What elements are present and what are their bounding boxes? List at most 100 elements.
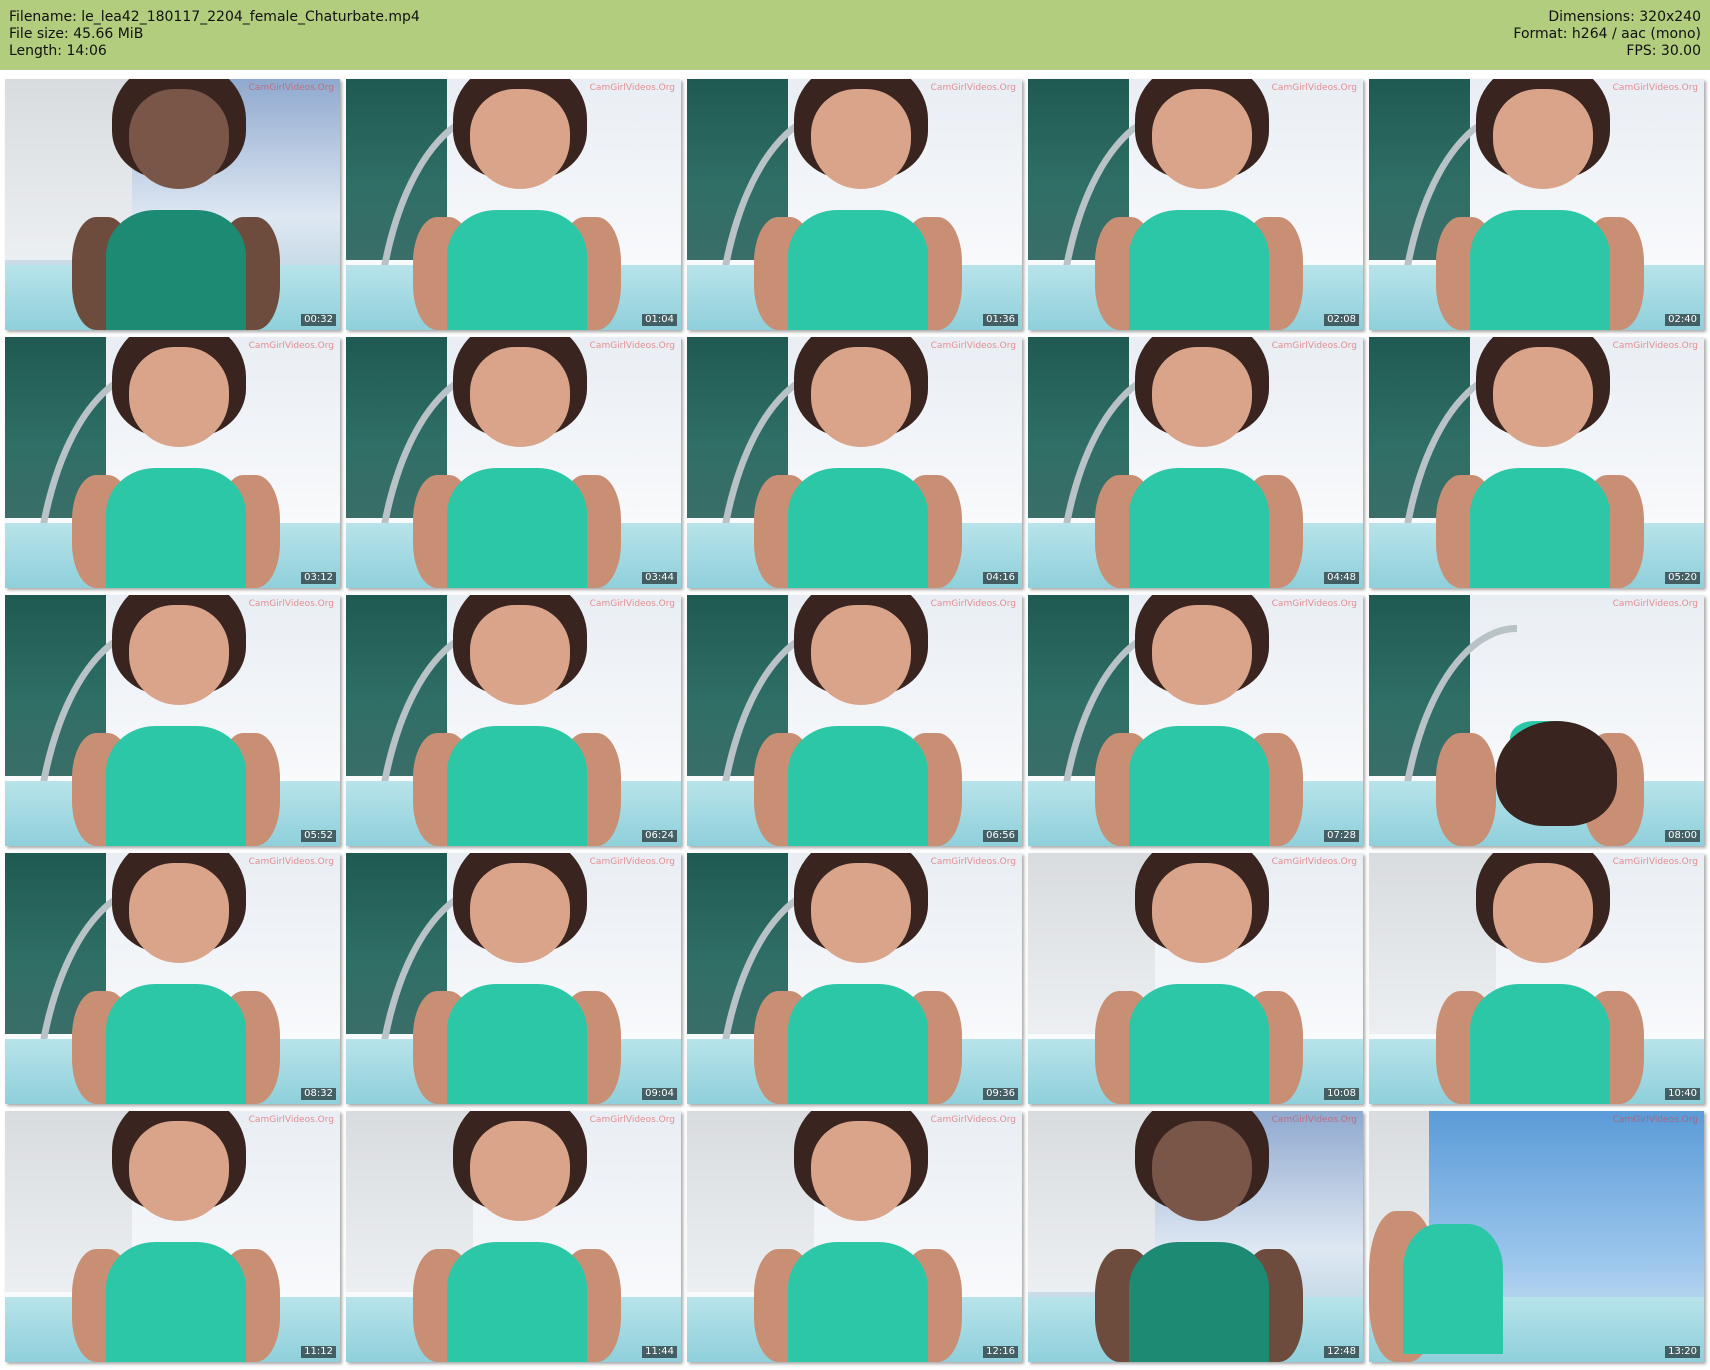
video-thumbnail[interactable]: CamGirlVideos.Org 03:12 bbox=[5, 337, 340, 588]
timestamp-label: 04:48 bbox=[1324, 572, 1359, 584]
info-header: Filename: le_lea42_180117_2204_female_Ch… bbox=[0, 0, 1710, 70]
video-thumbnail[interactable]: CamGirlVideos.Org 05:20 bbox=[1369, 337, 1704, 588]
timestamp-label: 11:44 bbox=[642, 1346, 677, 1358]
watermark-text: CamGirlVideos.Org bbox=[589, 83, 675, 93]
watermark-text: CamGirlVideos.Org bbox=[589, 1115, 675, 1125]
thumbnail-frame-image bbox=[346, 1111, 681, 1362]
thumbnail-frame-image bbox=[687, 595, 1022, 846]
thumbnail-frame-image bbox=[346, 337, 681, 588]
watermark-text: CamGirlVideos.Org bbox=[589, 857, 675, 867]
video-thumbnail[interactable]: CamGirlVideos.Org 11:44 bbox=[346, 1111, 681, 1362]
video-thumbnail[interactable]: CamGirlVideos.Org 01:36 bbox=[687, 79, 1022, 330]
video-thumbnail[interactable]: CamGirlVideos.Org 04:48 bbox=[1028, 337, 1363, 588]
video-thumbnail[interactable]: CamGirlVideos.Org 03:44 bbox=[346, 337, 681, 588]
timestamp-label: 09:36 bbox=[983, 1088, 1018, 1100]
timestamp-label: 11:12 bbox=[301, 1346, 336, 1358]
watermark-text: CamGirlVideos.Org bbox=[1612, 599, 1698, 609]
watermark-text: CamGirlVideos.Org bbox=[930, 857, 1016, 867]
thumbnail-frame-image bbox=[1028, 79, 1363, 330]
timestamp-label: 12:48 bbox=[1324, 1346, 1359, 1358]
thumbnail-frame-image bbox=[687, 337, 1022, 588]
filename-text: Filename: le_lea42_180117_2204_female_Ch… bbox=[9, 9, 420, 25]
timestamp-label: 06:56 bbox=[983, 830, 1018, 842]
video-thumbnail[interactable]: CamGirlVideos.Org 10:40 bbox=[1369, 853, 1704, 1104]
thumbnail-frame-image bbox=[346, 595, 681, 846]
timestamp-label: 04:16 bbox=[983, 572, 1018, 584]
thumbnail-frame-image bbox=[1369, 79, 1704, 330]
thumbnail-frame-image bbox=[1028, 853, 1363, 1104]
video-thumbnail[interactable]: CamGirlVideos.Org 08:32 bbox=[5, 853, 340, 1104]
video-thumbnail[interactable]: CamGirlVideos.Org 06:56 bbox=[687, 595, 1022, 846]
watermark-text: CamGirlVideos.Org bbox=[1612, 341, 1698, 351]
timestamp-label: 10:08 bbox=[1324, 1088, 1359, 1100]
thumbnail-frame-image bbox=[687, 853, 1022, 1104]
watermark-text: CamGirlVideos.Org bbox=[1271, 341, 1357, 351]
watermark-text: CamGirlVideos.Org bbox=[1612, 83, 1698, 93]
filesize-text: File size: 45.66 MiB bbox=[9, 26, 144, 42]
timestamp-label: 08:32 bbox=[301, 1088, 336, 1100]
fps-text: FPS: 30.00 bbox=[1626, 43, 1701, 59]
watermark-text: CamGirlVideos.Org bbox=[248, 599, 334, 609]
video-thumbnail[interactable]: CamGirlVideos.Org 00:32 bbox=[5, 79, 340, 330]
file-info: Filename: le_lea42_180117_2204_female_Ch… bbox=[9, 9, 420, 60]
dimensions-text: Dimensions: 320x240 bbox=[1548, 9, 1701, 25]
timestamp-label: 09:04 bbox=[642, 1088, 677, 1100]
timestamp-label: 08:00 bbox=[1665, 830, 1700, 842]
video-thumbnail[interactable]: CamGirlVideos.Org 13:20 bbox=[1369, 1111, 1704, 1362]
timestamp-label: 12:16 bbox=[983, 1346, 1018, 1358]
thumbnail-frame-image bbox=[5, 853, 340, 1104]
watermark-text: CamGirlVideos.Org bbox=[1271, 1115, 1357, 1125]
watermark-text: CamGirlVideos.Org bbox=[930, 1115, 1016, 1125]
thumbnail-frame-image bbox=[346, 79, 681, 330]
video-thumbnail[interactable]: CamGirlVideos.Org 04:16 bbox=[687, 337, 1022, 588]
video-thumbnail[interactable]: CamGirlVideos.Org 12:48 bbox=[1028, 1111, 1363, 1362]
watermark-text: CamGirlVideos.Org bbox=[1612, 857, 1698, 867]
timestamp-label: 02:40 bbox=[1665, 314, 1700, 326]
video-thumbnail[interactable]: CamGirlVideos.Org 11:12 bbox=[5, 1111, 340, 1362]
video-thumbnail[interactable]: CamGirlVideos.Org 02:08 bbox=[1028, 79, 1363, 330]
thumbnail-frame-image bbox=[1028, 595, 1363, 846]
thumbnail-grid: CamGirlVideos.Org 00:32 CamGirlVideos.Org 0… bbox=[5, 79, 1704, 1362]
video-thumbnail[interactable]: CamGirlVideos.Org 05:52 bbox=[5, 595, 340, 846]
timestamp-label: 03:44 bbox=[642, 572, 677, 584]
thumbnail-frame-image bbox=[1369, 1111, 1704, 1362]
thumbnail-frame-image bbox=[346, 853, 681, 1104]
timestamp-label: 06:24 bbox=[642, 830, 677, 842]
thumbnail-frame-image bbox=[1369, 595, 1704, 846]
length-text: Length: 14:06 bbox=[9, 43, 107, 59]
timestamp-label: 13:20 bbox=[1665, 1346, 1700, 1358]
watermark-text: CamGirlVideos.Org bbox=[930, 599, 1016, 609]
watermark-text: CamGirlVideos.Org bbox=[930, 341, 1016, 351]
video-thumbnail[interactable]: CamGirlVideos.Org 09:36 bbox=[687, 853, 1022, 1104]
timestamp-label: 01:04 bbox=[642, 314, 677, 326]
timestamp-label: 02:08 bbox=[1324, 314, 1359, 326]
watermark-text: CamGirlVideos.Org bbox=[930, 83, 1016, 93]
video-thumbnail[interactable]: CamGirlVideos.Org 12:16 bbox=[687, 1111, 1022, 1362]
video-thumbnail[interactable]: CamGirlVideos.Org 08:00 bbox=[1369, 595, 1704, 846]
watermark-text: CamGirlVideos.Org bbox=[248, 341, 334, 351]
video-thumbnail[interactable]: CamGirlVideos.Org 07:28 bbox=[1028, 595, 1363, 846]
thumbnail-frame-image bbox=[5, 595, 340, 846]
video-info: Dimensions: 320x240 Format: h264 / aac (… bbox=[1513, 9, 1701, 60]
watermark-text: CamGirlVideos.Org bbox=[589, 599, 675, 609]
thumbnail-frame-image bbox=[1028, 337, 1363, 588]
video-thumbnail[interactable]: CamGirlVideos.Org 06:24 bbox=[346, 595, 681, 846]
video-thumbnail[interactable]: CamGirlVideos.Org 10:08 bbox=[1028, 853, 1363, 1104]
timestamp-label: 10:40 bbox=[1665, 1088, 1700, 1100]
timestamp-label: 05:20 bbox=[1665, 572, 1700, 584]
thumbnail-frame-image bbox=[5, 337, 340, 588]
thumbnail-frame-image bbox=[1028, 1111, 1363, 1362]
watermark-text: CamGirlVideos.Org bbox=[1271, 857, 1357, 867]
watermark-text: CamGirlVideos.Org bbox=[248, 1115, 334, 1125]
video-thumbnail[interactable]: CamGirlVideos.Org 01:04 bbox=[346, 79, 681, 330]
thumbnail-frame-image bbox=[5, 1111, 340, 1362]
thumbnail-frame-image bbox=[1369, 337, 1704, 588]
video-thumbnail[interactable]: CamGirlVideos.Org 09:04 bbox=[346, 853, 681, 1104]
watermark-text: CamGirlVideos.Org bbox=[248, 83, 334, 93]
video-thumbnail[interactable]: CamGirlVideos.Org 02:40 bbox=[1369, 79, 1704, 330]
thumbnail-frame-image bbox=[687, 1111, 1022, 1362]
timestamp-label: 03:12 bbox=[301, 572, 336, 584]
timestamp-label: 05:52 bbox=[301, 830, 336, 842]
timestamp-label: 07:28 bbox=[1324, 830, 1359, 842]
thumbnail-frame-image bbox=[5, 79, 340, 330]
